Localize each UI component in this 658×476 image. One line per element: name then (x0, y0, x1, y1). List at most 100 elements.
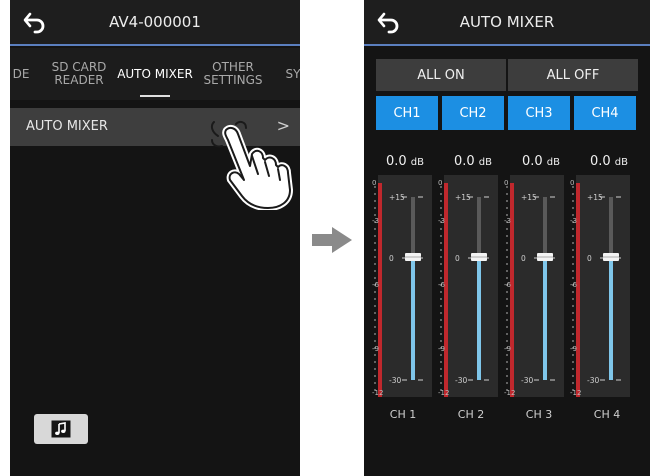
level-value: 0.0 (521, 154, 543, 169)
tab-bar: DE SD CARD READER AUTO MIXER OTHER SETTI… (10, 48, 300, 100)
ch3-button[interactable]: CH3 (508, 96, 570, 130)
meter-scale-dot (572, 354, 574, 356)
meter-scale-label: -12 (570, 389, 581, 397)
fader-strip-background (510, 175, 564, 397)
meter-scale-dot (440, 256, 442, 258)
ch3-name: CH 3 (525, 408, 553, 421)
meter-scale-dot (374, 340, 376, 342)
music-button[interactable] (34, 414, 88, 444)
meter-scale-dot (374, 263, 376, 265)
level-value: 0.0 (453, 154, 475, 169)
level-meter-bar (444, 183, 448, 397)
meter-scale-dot (374, 207, 376, 209)
meter-scale-dot (506, 354, 508, 356)
right-screen: AUTO MIXER ALL ON ALL OFF CH1 CH2 CH3 CH… (364, 0, 650, 476)
tab-sd-card-reader[interactable]: SD CARD READER (48, 48, 110, 100)
all-on-button[interactable]: ALL ON (376, 59, 506, 91)
tab-auto-mixer[interactable]: AUTO MIXER (112, 48, 198, 100)
meter-scale-dot (374, 270, 376, 272)
meter-scale-label: 0 (570, 179, 574, 187)
meter-scale-dot (572, 256, 574, 258)
meter-scale-dot (374, 333, 376, 335)
meter-scale-dot (374, 256, 376, 258)
fader-scale-label: -30 (587, 376, 599, 385)
fader-track-lower (411, 259, 415, 380)
meter-scale-dot (506, 256, 508, 258)
tab-other-settings[interactable]: OTHER SETTINGS (202, 48, 264, 100)
meter-scale-dot (506, 305, 508, 307)
ch2-name: CH 2 (457, 408, 485, 421)
fader-track-upper (477, 197, 481, 257)
ch3-fader[interactable]: 0-3-6-9-12+150-30 (504, 173, 568, 401)
meter-scale-dot (572, 298, 574, 300)
level-meter-bar (576, 183, 580, 397)
tab-system[interactable]: SY (278, 48, 300, 100)
meter-scale-dot (506, 228, 508, 230)
meter-scale-dot (506, 277, 508, 279)
meter-scale-label: -12 (438, 389, 449, 397)
meter-scale-label: -3 (372, 217, 379, 225)
meter-scale-dot (440, 361, 442, 363)
meter-scale-dot (572, 277, 574, 279)
ch4-fader[interactable]: 0-3-6-9-12+150-30 (570, 173, 634, 401)
meter-scale-dot (374, 305, 376, 307)
ch4-level-readout: 0.0 dB (578, 154, 640, 169)
meter-scale-dot (374, 361, 376, 363)
meter-scale-dot (506, 298, 508, 300)
meter-scale-dot (374, 291, 376, 293)
ch2-button[interactable]: CH2 (442, 96, 504, 130)
meter-scale-dot (506, 326, 508, 328)
meter-scale-dot (572, 333, 574, 335)
level-unit: dB (410, 157, 425, 168)
meter-scale-dot (440, 193, 442, 195)
ch1-button[interactable]: CH1 (376, 96, 438, 130)
meter-scale-dot (506, 382, 508, 384)
fader-track-upper (609, 197, 613, 257)
meter-scale-dot (440, 326, 442, 328)
level-value: 0.0 (589, 154, 611, 169)
meter-scale-dot (440, 382, 442, 384)
meter-scale-dot (506, 270, 508, 272)
meter-scale-dot (572, 200, 574, 202)
meter-scale-dot (572, 361, 574, 363)
fader-track-lower (477, 259, 481, 380)
meter-scale-dot (572, 214, 574, 216)
fader-scale-label: -30 (521, 376, 533, 385)
fader-track-upper (411, 197, 415, 257)
meter-scale-label: 0 (372, 179, 376, 187)
meter-scale-dot (374, 354, 376, 356)
meter-scale-dot (374, 193, 376, 195)
meter-scale-dot (506, 375, 508, 377)
meter-scale-dot (506, 368, 508, 370)
tab-mode[interactable]: DE (10, 48, 36, 100)
meter-scale-dot (440, 340, 442, 342)
menu-item-label: AUTO MIXER (26, 119, 108, 134)
meter-scale-dot (440, 312, 442, 314)
meter-scale-dot (374, 319, 376, 321)
meter-scale-dot (440, 368, 442, 370)
meter-scale-label: -3 (504, 217, 511, 225)
fader-strip-background (378, 175, 432, 397)
meter-scale-dot (374, 326, 376, 328)
all-off-button[interactable]: ALL OFF (508, 59, 638, 91)
fader-scale-label: 0 (521, 254, 526, 263)
meter-scale-dot (506, 235, 508, 237)
fader-strip-background (576, 175, 630, 397)
meter-scale-dot (572, 312, 574, 314)
ch2-fader[interactable]: 0-3-6-9-12+150-30 (438, 173, 502, 401)
meter-scale-dot (506, 207, 508, 209)
ch1-fader[interactable]: 0-3-6-9-12+150-30 (372, 173, 436, 401)
meter-scale-dot (440, 249, 442, 251)
meter-scale-dot (506, 263, 508, 265)
meter-scale-dot (440, 270, 442, 272)
meter-scale-label: -6 (372, 281, 380, 289)
ch4-button[interactable]: CH4 (574, 96, 636, 130)
meter-scale-dot (572, 382, 574, 384)
meter-scale-dot (374, 228, 376, 230)
ch1-level-readout: 0.0 dB (374, 154, 436, 169)
meter-scale-dot (374, 214, 376, 216)
meter-scale-label: -9 (372, 345, 379, 353)
meter-scale-dot (506, 319, 508, 321)
fader-scale-label: 0 (455, 254, 460, 263)
meter-scale-dot (374, 242, 376, 244)
